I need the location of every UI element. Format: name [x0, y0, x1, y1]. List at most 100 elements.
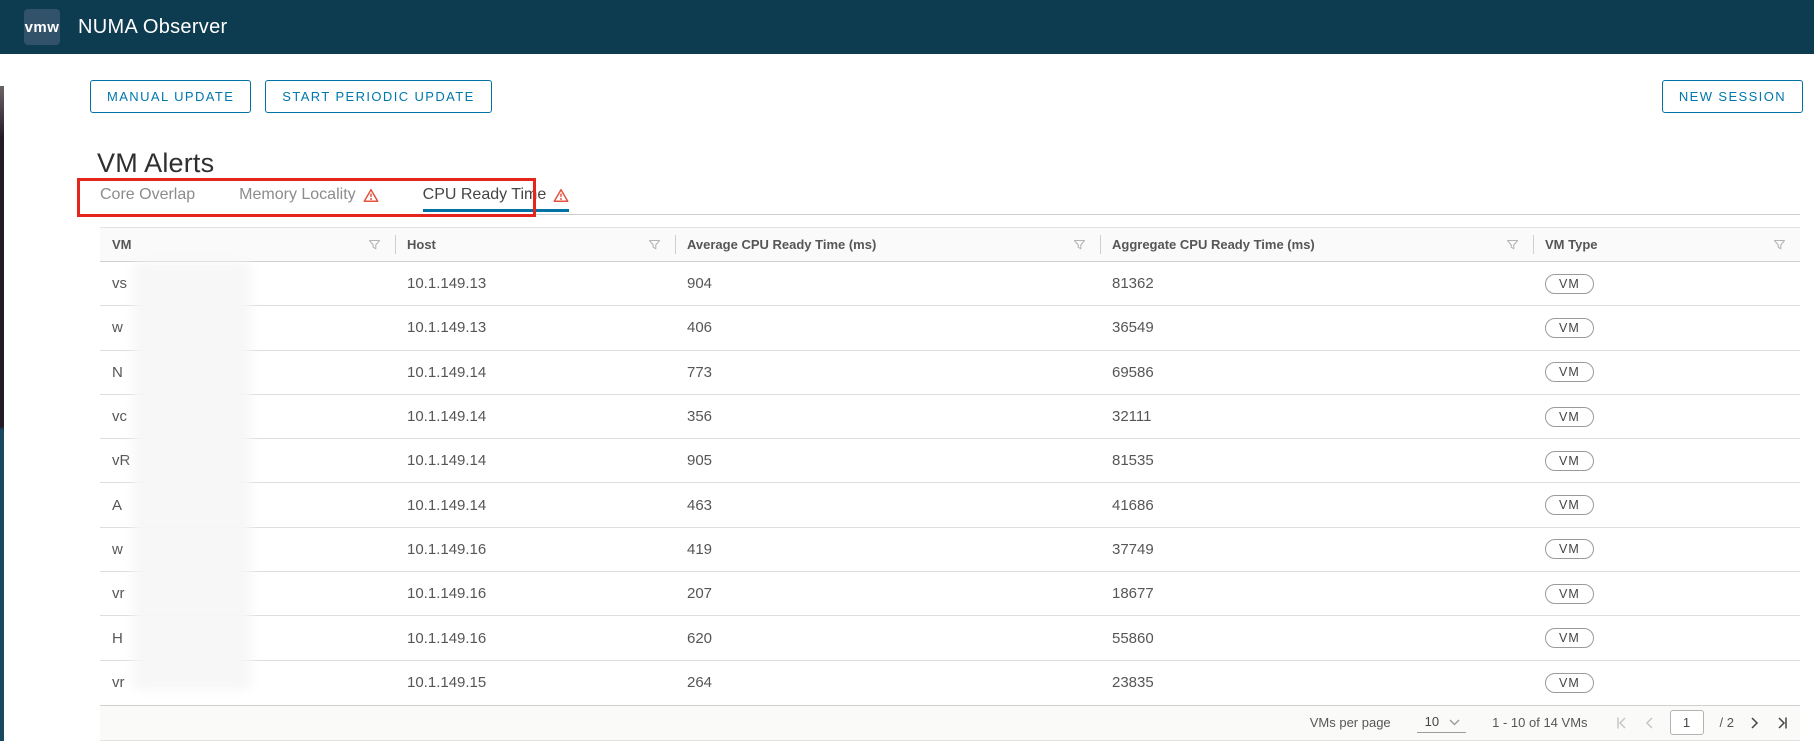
vm-type-badge: VM	[1545, 362, 1594, 383]
cell-aggregate-cpu-ready: 41686	[1112, 496, 1154, 514]
cell-average-cpu-ready: 419	[687, 540, 713, 558]
cell-vm-type: VM	[1533, 306, 1800, 349]
filter-icon[interactable]	[648, 238, 661, 251]
cell-vm-name: vr	[112, 674, 125, 692]
table-footer: VMs per page 10 1 - 10 of 14 VMs / 2	[100, 704, 1800, 741]
cell-vm-type: VM	[1533, 572, 1800, 615]
table-row[interactable]: vs 10.1.149.13 904 81362 VM	[100, 262, 1800, 307]
cell-vm-type: VM	[1533, 616, 1800, 659]
per-page-select[interactable]: 10	[1416, 712, 1467, 734]
tabbar-divider	[100, 214, 1800, 215]
column-header-label: VM Type	[1545, 237, 1598, 252]
filter-icon[interactable]	[1506, 238, 1519, 251]
tab-cpu-ready-time[interactable]: CPU Ready Time	[422, 186, 570, 212]
manual-update-button[interactable]: MANUAL UPDATE	[90, 80, 252, 113]
column-header-aggregate-cpu-ready: Aggregate CPU Ready Time (ms)	[1100, 228, 1533, 261]
tab-memory-locality-label: Memory Locality	[239, 186, 356, 203]
cell-aggregate-cpu-ready: 81535	[1112, 452, 1154, 470]
cell-host: 10.1.149.13	[407, 275, 487, 293]
cell-aggregate-cpu-ready: 55860	[1112, 629, 1154, 647]
vm-alerts-datagrid: VM Host Average CPU Ready Time (ms) Aggr…	[100, 227, 1800, 741]
total-pages-label: / 2	[1719, 715, 1734, 731]
cell-average-cpu-ready: 207	[687, 585, 713, 603]
cell-aggregate-cpu-ready: 23835	[1112, 674, 1154, 692]
vm-type-badge: VM	[1545, 672, 1594, 693]
cell-vm-name: vs	[112, 275, 127, 293]
cell-vm-name: vr	[112, 585, 125, 603]
cell-average-cpu-ready: 773	[687, 363, 713, 381]
cell-aggregate-cpu-ready: 69586	[1112, 363, 1154, 381]
column-header-label: VM	[112, 237, 132, 252]
cell-vm-name: w	[112, 319, 123, 337]
cell-vm-name: N	[112, 363, 123, 381]
table-body: vs 10.1.149.13 904 81362 VM w 10.1.149.1…	[100, 262, 1800, 705]
cell-average-cpu-ready: 620	[687, 629, 713, 647]
cell-vm-name: vR	[112, 452, 131, 470]
table-row[interactable]: N 10.1.149.14 773 69586 VM	[100, 350, 1800, 395]
table-row[interactable]: w 10.1.149.13 406 36549 VM	[100, 306, 1800, 351]
pager: / 2	[1614, 710, 1790, 736]
table-row[interactable]: vr 10.1.149.15 264 23835 VM	[100, 660, 1800, 705]
column-header-label: Host	[407, 237, 436, 252]
column-header-average-cpu-ready: Average CPU Ready Time (ms)	[675, 228, 1100, 261]
cell-host: 10.1.149.16	[407, 629, 487, 647]
cell-aggregate-cpu-ready: 36549	[1112, 319, 1154, 337]
cell-vm-name: H	[112, 629, 123, 647]
new-session-button[interactable]: NEW SESSION	[1661, 80, 1803, 113]
cell-host: 10.1.149.16	[407, 585, 487, 603]
cell-aggregate-cpu-ready: 81362	[1112, 275, 1154, 293]
cell-average-cpu-ready: 356	[687, 408, 713, 426]
cell-average-cpu-ready: 904	[687, 275, 713, 293]
cell-vm-name: vc	[112, 408, 127, 426]
previous-page-button[interactable]	[1644, 716, 1654, 730]
table-row[interactable]: vr 10.1.149.16 207 18677 VM	[100, 572, 1800, 617]
filter-icon[interactable]	[368, 238, 381, 251]
cell-average-cpu-ready: 905	[687, 452, 713, 470]
tab-memory-locality[interactable]: Memory Locality	[239, 186, 379, 212]
cell-vm-type: VM	[1533, 661, 1800, 705]
cell-host: 10.1.149.14	[407, 408, 487, 426]
cell-host: 10.1.149.14	[407, 363, 487, 381]
table-row[interactable]: w 10.1.149.16 419 37749 VM	[100, 527, 1800, 573]
pagination-range: 1 - 10 of 14 VMs	[1492, 715, 1588, 731]
table-row[interactable]: H 10.1.149.16 620 55860 VM	[100, 616, 1800, 661]
vm-type-badge: VM	[1545, 450, 1594, 471]
vm-type-badge: VM	[1545, 406, 1594, 427]
per-page-label: VMs per page	[1309, 715, 1391, 731]
vm-type-badge: VM	[1545, 273, 1594, 294]
cell-host: 10.1.149.13	[407, 319, 487, 337]
vm-type-badge: VM	[1545, 495, 1594, 516]
cell-host: 10.1.149.15	[407, 674, 487, 692]
next-page-button[interactable]	[1750, 716, 1760, 730]
cell-vm-type: VM	[1533, 395, 1800, 438]
cell-vm-type: VM	[1533, 262, 1800, 305]
background-window-edge	[0, 86, 4, 741]
vm-type-badge: VM	[1545, 317, 1594, 338]
vm-type-badge: VM	[1545, 583, 1594, 604]
first-page-button[interactable]	[1614, 716, 1628, 730]
table-row[interactable]: A 10.1.149.14 463 41686 VM	[100, 483, 1800, 528]
tab-core-overlap[interactable]: Core Overlap	[100, 186, 195, 212]
column-header-host: Host	[395, 228, 675, 261]
tab-core-overlap-label: Core Overlap	[100, 186, 196, 203]
current-page-input[interactable]	[1669, 710, 1704, 736]
start-periodic-update-button[interactable]: START PERIODIC UPDATE	[265, 80, 492, 113]
cell-vm-name: w	[112, 540, 123, 558]
cell-average-cpu-ready: 264	[687, 674, 713, 692]
cell-vm-type: VM	[1533, 439, 1800, 482]
table-row[interactable]: vc 10.1.149.14 356 32111 VM	[100, 394, 1800, 440]
filter-icon[interactable]	[1773, 238, 1786, 251]
column-header-vm-type: VM Type	[1533, 228, 1800, 261]
vm-type-badge: VM	[1545, 628, 1594, 649]
cell-vm-name: A	[112, 496, 123, 514]
warning-icon	[363, 188, 379, 203]
warning-icon	[553, 188, 569, 203]
cell-average-cpu-ready: 406	[687, 319, 713, 337]
cell-vm-type: VM	[1533, 528, 1800, 571]
per-page-value: 10	[1424, 714, 1440, 730]
cell-host: 10.1.149.16	[407, 540, 487, 558]
table-row[interactable]: vR 10.1.149.14 905 81535 VM	[100, 439, 1800, 484]
last-page-button[interactable]	[1776, 716, 1790, 730]
filter-icon[interactable]	[1073, 238, 1086, 251]
column-header-label: Average CPU Ready Time (ms)	[687, 237, 877, 252]
